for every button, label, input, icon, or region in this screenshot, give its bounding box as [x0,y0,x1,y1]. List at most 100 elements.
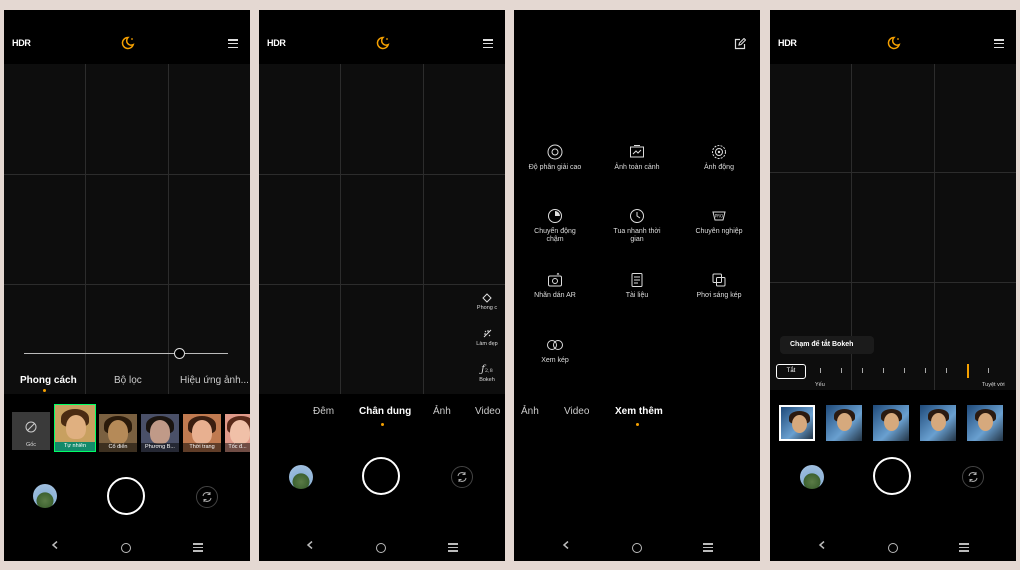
mode-night[interactable]: Đêm [313,406,334,417]
hdr-toggle[interactable]: HDR [778,38,797,48]
bokeh-level-tick[interactable] [946,368,947,373]
bokeh-level-tick[interactable] [820,368,821,373]
style-natural[interactable]: Tự nhiên [54,404,96,452]
style-tool[interactable]: Phong c [472,293,502,311]
dual-view-icon [547,340,563,350]
recent-apps-icon[interactable] [959,543,969,552]
menu-icon[interactable] [994,39,1004,49]
bokeh-level-tick[interactable] [883,368,884,373]
high-resolution-icon [547,144,563,160]
mode-double-exposure[interactable]: Phơi sáng kép [689,272,749,300]
mode-panorama[interactable]: Ảnh toàn cảnh [607,144,667,172]
bokeh-level-tick[interactable] [988,368,989,373]
back-icon[interactable] [562,541,570,549]
shutter-button[interactable] [362,457,400,495]
hdr-toggle[interactable]: HDR [12,38,31,48]
style-western[interactable]: Phương B... [141,414,179,452]
night-mode-icon[interactable] [887,36,901,50]
camera-screen-portrait: HDR Phong c Làm đẹp ƒ2,8 Bokeh Đêm Chân … [259,10,505,561]
home-icon[interactable] [376,543,386,553]
bokeh-level-tick[interactable] [904,368,905,373]
gallery-thumbnail[interactable] [800,465,824,489]
back-icon[interactable] [51,541,59,549]
tab-filter[interactable]: Bộ lọc [114,375,142,386]
tab-style[interactable]: Phong cách [20,375,77,386]
mode-live-photo[interactable]: Ảnh động [689,144,749,172]
aperture-f-icon: ƒ2,8 [481,364,493,375]
mode-photo[interactable]: Ảnh [521,406,539,417]
svg-text:PRO: PRO [715,214,723,219]
switch-camera-button[interactable] [451,466,473,488]
mode-timelapse[interactable]: Tua nhanh thời gian [607,208,667,244]
bokeh-thumbnail[interactable] [967,405,1003,441]
shutter-button[interactable] [107,477,145,515]
viewfinder[interactable] [4,64,250,394]
style-label: Thời trang [183,443,221,452]
mode-more[interactable]: Xem thêm [615,406,663,417]
bokeh-thumbnail[interactable] [873,405,909,441]
bokeh-level-selected-tick[interactable] [967,364,969,378]
mode-dual-view[interactable]: Xem kép [525,337,585,365]
document-icon [631,273,643,287]
bokeh-tooltip: Chạm để tắt Bokeh [780,336,874,354]
active-tab-indicator [43,389,46,392]
style-original[interactable]: Gốc [12,412,50,450]
intensity-slider-handle[interactable] [174,348,186,359]
home-icon[interactable] [632,543,642,553]
mode-high-resolution[interactable]: Độ phân giải cao [525,144,585,172]
tab-effects[interactable]: Hiệu ứng ảnh... [180,375,249,386]
mode-video[interactable]: Video [475,406,500,417]
beauty-tool[interactable]: Làm đẹp [472,328,502,347]
style-label: Tự nhiên [55,442,95,451]
scale-min-label: Yếu [815,382,825,388]
mode-portrait[interactable]: Chân dung [359,406,411,417]
recent-apps-icon[interactable] [448,543,458,552]
style-speed[interactable]: Tốc đ... [225,414,250,452]
live-photo-icon [712,145,726,159]
home-icon[interactable] [888,543,898,553]
recent-apps-icon[interactable] [193,543,203,552]
bokeh-thumbnail[interactable] [779,405,815,441]
bokeh-tool[interactable]: ƒ2,8 Bokeh [472,364,502,383]
shutter-button[interactable] [873,457,911,495]
intensity-slider-track[interactable] [24,353,228,354]
bokeh-level-tick[interactable] [925,368,926,373]
mode-video[interactable]: Video [564,406,589,417]
gallery-thumbnail[interactable] [33,484,57,508]
mode-pro[interactable]: PRO Chuyên nghiệp [689,208,749,236]
gallery-thumbnail[interactable] [289,465,313,489]
style-classic[interactable]: Cổ điển [99,414,137,452]
camera-screen-style: HDR Phong cách Bộ lọc Hiệu ứng ảnh... Gố… [4,10,250,561]
mode-label: Độ phân giải cao [528,164,582,171]
tool-label: Bokeh [479,377,495,383]
home-icon[interactable] [121,543,131,553]
menu-icon[interactable] [228,39,238,49]
camera-screen-bokeh: HDR Chạm để tắt Bokeh Tắt Yếu Tuyệt vời [770,10,1016,561]
top-bar: HDR [259,10,505,64]
back-icon[interactable] [306,541,314,549]
switch-camera-icon [457,472,467,482]
bokeh-thumbnail[interactable] [826,405,862,441]
edit-icon[interactable] [734,38,746,50]
bokeh-off-button[interactable]: Tắt [776,364,806,379]
tool-label: Làm đẹp [476,341,498,347]
camera-screen-more-modes: Độ phân giải cao Ảnh toàn cảnh Ảnh động … [514,10,760,561]
recent-apps-icon[interactable] [703,543,713,552]
double-exposure-icon [712,273,726,287]
menu-icon[interactable] [483,39,493,49]
switch-camera-button[interactable] [196,486,218,508]
bokeh-thumbnail[interactable] [920,405,956,441]
style-fashion[interactable]: Thời trang [183,414,221,452]
bokeh-level-tick[interactable] [841,368,842,373]
mode-slow-motion[interactable]: Chuyển động chậm [525,208,585,244]
mode-ar-sticker[interactable]: Nhãn dán AR [525,272,585,300]
night-mode-icon[interactable] [376,36,390,50]
bokeh-level-tick[interactable] [862,368,863,373]
switch-camera-button[interactable] [962,466,984,488]
night-mode-icon[interactable] [121,36,135,50]
viewfinder[interactable] [259,64,505,394]
hdr-toggle[interactable]: HDR [267,38,286,48]
back-icon[interactable] [818,541,826,549]
mode-document[interactable]: Tài liệu [607,272,667,300]
mode-photo[interactable]: Ảnh [433,406,451,417]
